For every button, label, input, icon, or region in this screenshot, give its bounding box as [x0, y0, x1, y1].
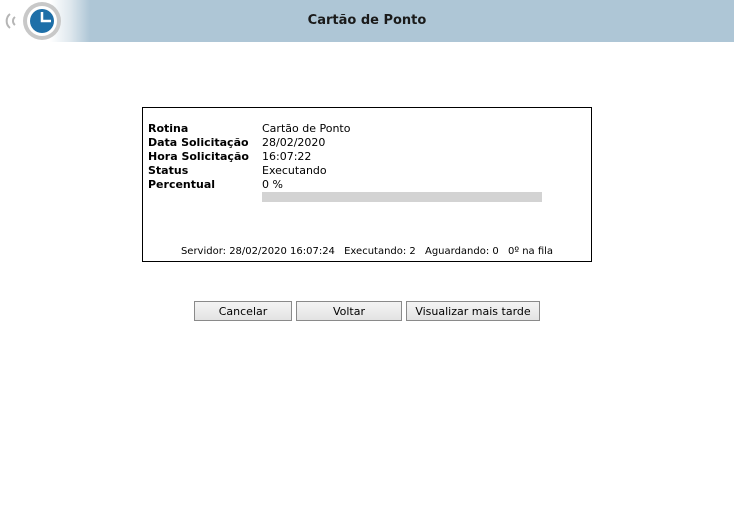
queue-position: 0º na fila [507, 246, 554, 257]
status-value: Executando [262, 164, 327, 177]
page-title: Cartão de Ponto [307, 13, 427, 28]
routine-label: Rotina [148, 122, 189, 135]
cancel-button[interactable]: Cancelar [194, 301, 292, 321]
status-label: Status [148, 164, 189, 177]
request-time-value: 16:07:22 [262, 150, 312, 163]
job-status-panel: Rotina Cartão de Ponto Data Solicitação … [142, 107, 592, 262]
back-button[interactable]: Voltar [296, 301, 402, 321]
percent-value: 0 % [262, 178, 283, 191]
waiting-count: Aguardando: 0 [424, 246, 499, 257]
request-time-label: Hora Solicitação [148, 150, 249, 163]
server-time: Servidor: 28/02/2020 16:07:24 [180, 246, 335, 257]
progress-bar [262, 192, 542, 202]
percent-label: Percentual [148, 178, 216, 191]
routine-value: Cartão de Ponto [262, 122, 351, 135]
request-date-label: Data Solicitação [148, 136, 249, 149]
header-bar: Cartão de Ponto [0, 0, 734, 42]
server-status-footer: Servidor: 28/02/2020 16:07:24 Executando… [143, 246, 591, 257]
running-count: Executando: 2 [344, 246, 416, 257]
view-later-button[interactable]: Visualizar mais tarde [406, 301, 540, 321]
request-date-value: 28/02/2020 [262, 136, 326, 149]
